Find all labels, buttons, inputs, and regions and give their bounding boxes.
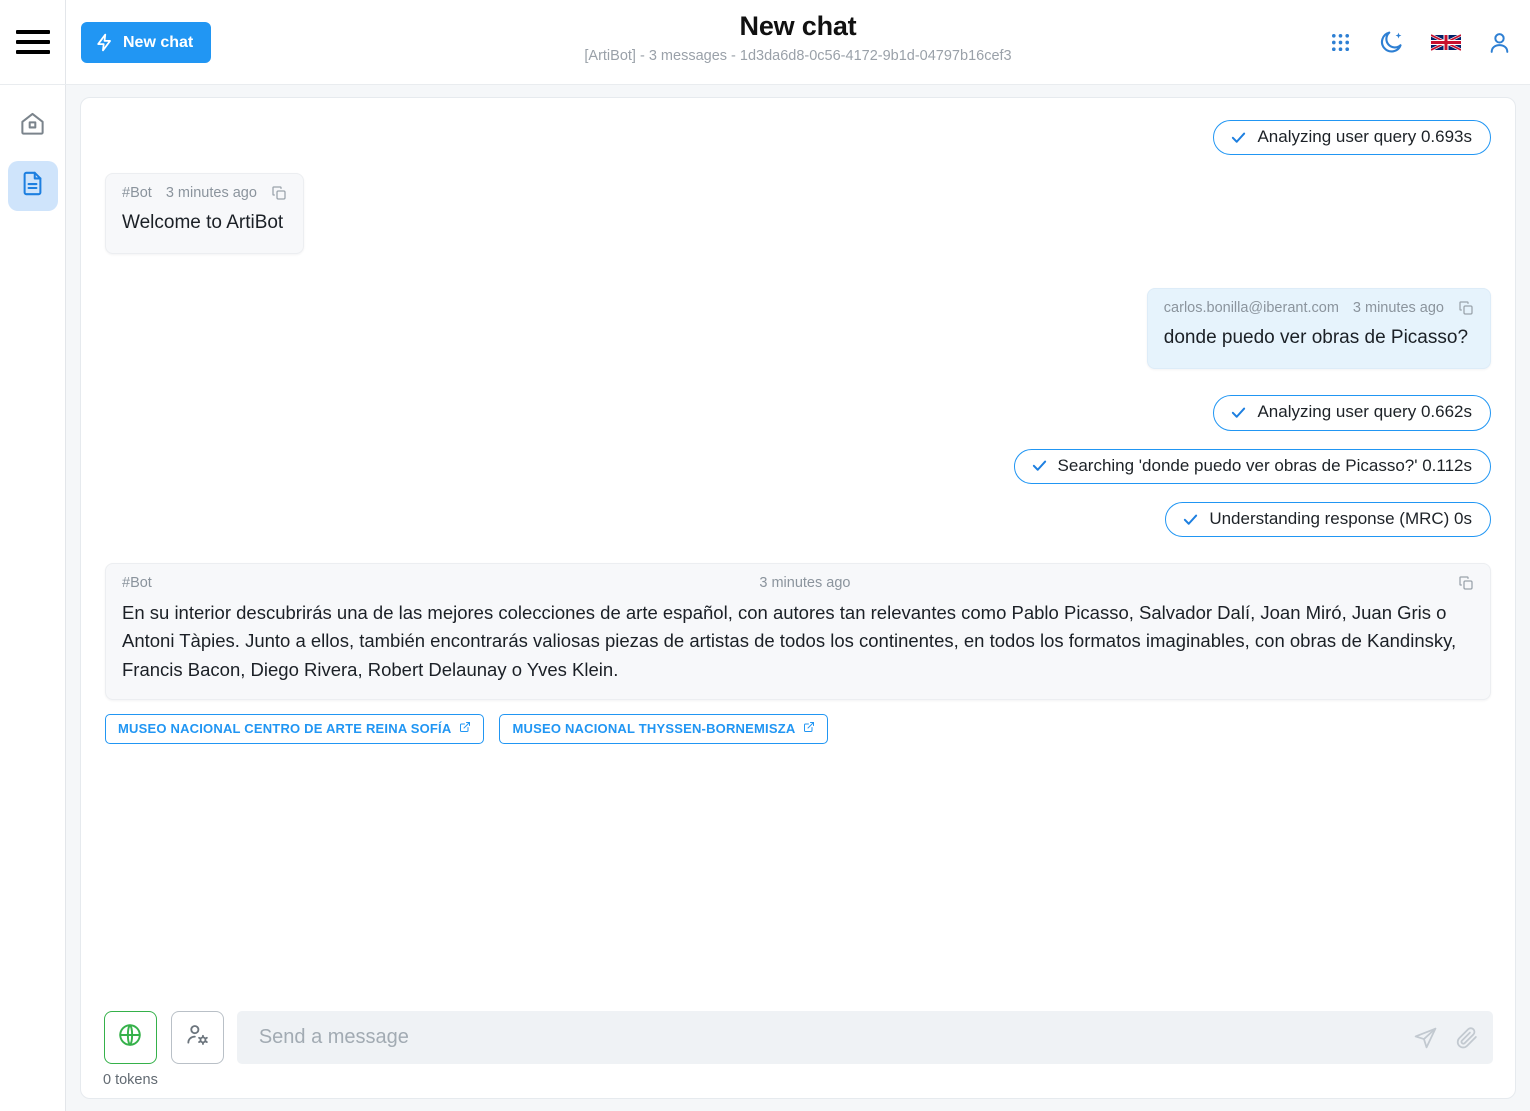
message-author: #Bot bbox=[122, 185, 152, 202]
source-link-button[interactable]: MUSEO NACIONAL CENTRO DE ARTE REINA SOFÍ… bbox=[105, 713, 485, 744]
chat-header: New chat [ArtiBot] - 3 messages - 1d3da6… bbox=[66, 11, 1530, 64]
message-list: Analyzing user query 0.693s #Bot 3 minut… bbox=[81, 98, 1515, 999]
home-icon bbox=[19, 110, 46, 142]
menu-toggle-zone bbox=[0, 0, 66, 84]
status-text: Searching 'donde puedo ver obras de Pica… bbox=[1057, 455, 1472, 475]
message-text: Welcome to ArtiBot bbox=[122, 212, 284, 234]
sources-row: MUSEO NACIONAL CENTRO DE ARTE REINA SOFÍ… bbox=[105, 700, 1491, 744]
message-meta: carlos.bonilla@iberant.com 3 minutes ago bbox=[1164, 300, 1474, 316]
message-timestamp: 3 minutes ago bbox=[1352, 300, 1444, 317]
top-bar-main: New chat New chat [ArtiBot] - 3 messages… bbox=[66, 0, 1530, 84]
top-bar: New chat New chat [ArtiBot] - 3 messages… bbox=[0, 0, 1530, 85]
message-timestamp: 3 minutes ago bbox=[759, 575, 851, 592]
copy-icon[interactable] bbox=[271, 185, 287, 201]
message-meta: #Bot 3 minutes ago bbox=[122, 185, 287, 201]
status-text: Analyzing user query 0.693s bbox=[1257, 127, 1472, 146]
source-links: MUSEO NACIONAL CENTRO DE ARTE REINA SOFÍ… bbox=[105, 713, 829, 744]
globe-tool-column: 0 tokens bbox=[103, 1011, 158, 1088]
message-bubble-bot: #Bot 3 minutes ago En su interior descub… bbox=[105, 563, 1491, 700]
page-title: New chat bbox=[739, 11, 857, 41]
message-row-user: carlos.bonilla@iberant.com 3 minutes ago bbox=[105, 288, 1491, 370]
message-bubble-bot: #Bot 3 minutes ago Welcome to ArtiBot bbox=[105, 173, 304, 255]
status-badge: Searching 'donde puedo ver obras de Pica… bbox=[1013, 448, 1491, 484]
message-author: carlos.bonilla@iberant.com bbox=[1163, 300, 1339, 317]
check-icon bbox=[1230, 129, 1247, 146]
apps-grid-icon[interactable] bbox=[1329, 31, 1352, 54]
hamburger-icon[interactable] bbox=[15, 30, 50, 54]
new-chat-label: New chat bbox=[123, 33, 194, 51]
copy-icon[interactable] bbox=[1458, 575, 1474, 591]
message-meta: #Bot 3 minutes ago bbox=[122, 575, 1474, 591]
source-link-label: MUSEO NACIONAL CENTRO DE ARTE REINA SOFÍ… bbox=[118, 720, 452, 736]
status-badge: Analyzing user query 0.662s bbox=[1213, 395, 1491, 431]
external-link-icon bbox=[803, 721, 815, 736]
document-icon bbox=[19, 170, 46, 202]
web-search-toggle-button[interactable] bbox=[103, 1011, 157, 1064]
message-author: #Bot bbox=[122, 575, 152, 592]
message-input[interactable] bbox=[258, 1026, 1403, 1049]
copy-icon[interactable] bbox=[1458, 300, 1474, 316]
new-chat-button[interactable]: New chat bbox=[81, 22, 212, 63]
composer-actions bbox=[1403, 1025, 1479, 1050]
chat-panel: Analyzing user query 0.693s #Bot 3 minut… bbox=[80, 97, 1516, 1099]
bolt-icon bbox=[95, 33, 114, 52]
message-row-bot: #Bot 3 minutes ago Welcome to ArtiBot bbox=[105, 173, 1491, 255]
body-area: Analyzing user query 0.693s #Bot 3 minut… bbox=[0, 85, 1530, 1111]
status-text: Analyzing user query 0.662s bbox=[1257, 402, 1472, 422]
message-input-wrapper[interactable] bbox=[236, 1011, 1493, 1064]
source-link-button[interactable]: MUSEO NACIONAL THYSSEN-BORNEMISZA bbox=[499, 713, 829, 744]
sidebar bbox=[0, 85, 66, 1111]
check-icon bbox=[1182, 511, 1199, 528]
message-bubble-user: carlos.bonilla@iberant.com 3 minutes ago bbox=[1146, 288, 1491, 370]
message-timestamp: 3 minutes ago bbox=[165, 185, 257, 202]
status-badge: Analyzing user query 0.693s bbox=[1213, 120, 1491, 156]
person-settings-icon bbox=[184, 1022, 210, 1053]
app-root: New chat New chat [ArtiBot] - 3 messages… bbox=[0, 0, 1530, 1111]
persona-settings-button[interactable] bbox=[170, 1011, 224, 1064]
status-row: Understanding response (MRC) 0s bbox=[105, 501, 1491, 538]
sidebar-item-documents[interactable] bbox=[7, 161, 58, 211]
status-badge: Understanding response (MRC) 0s bbox=[1165, 501, 1491, 538]
sidebar-item-home[interactable] bbox=[8, 101, 58, 151]
dark-mode-moon-icon[interactable] bbox=[1378, 29, 1405, 56]
paperclip-icon[interactable] bbox=[1454, 1025, 1479, 1050]
composer: 0 tokens bbox=[81, 999, 1515, 1098]
send-plane-icon[interactable] bbox=[1413, 1025, 1438, 1050]
status-row: Analyzing user query 0.662s bbox=[105, 395, 1491, 431]
check-icon bbox=[1230, 404, 1247, 421]
globe-icon bbox=[117, 1022, 143, 1053]
message-text: donde puedo ver obras de Picasso? bbox=[1163, 327, 1469, 349]
chat-area: Analyzing user query 0.693s #Bot 3 minut… bbox=[66, 85, 1530, 1111]
external-link-icon bbox=[459, 721, 471, 736]
message-text: En su interior descubrirás una de las me… bbox=[122, 602, 1457, 680]
user-account-icon[interactable] bbox=[1487, 30, 1512, 55]
source-link-label: MUSEO NACIONAL THYSSEN-BORNEMISZA bbox=[512, 720, 796, 736]
status-row: Searching 'donde puedo ver obras de Pica… bbox=[105, 448, 1491, 484]
language-flag-uk-icon[interactable] bbox=[1431, 32, 1461, 53]
check-icon bbox=[1031, 457, 1048, 474]
status-text: Understanding response (MRC) 0s bbox=[1209, 508, 1472, 528]
token-count-label: 0 tokens bbox=[103, 1072, 158, 1088]
status-row: Analyzing user query 0.693s bbox=[105, 120, 1491, 156]
chat-subtitle: [ArtiBot] - 3 messages - 1d3da6d8-0c56-4… bbox=[584, 48, 1012, 65]
top-bar-actions bbox=[1329, 0, 1512, 84]
message-row-bot-answer: #Bot 3 minutes ago En su interior descub… bbox=[105, 563, 1491, 700]
